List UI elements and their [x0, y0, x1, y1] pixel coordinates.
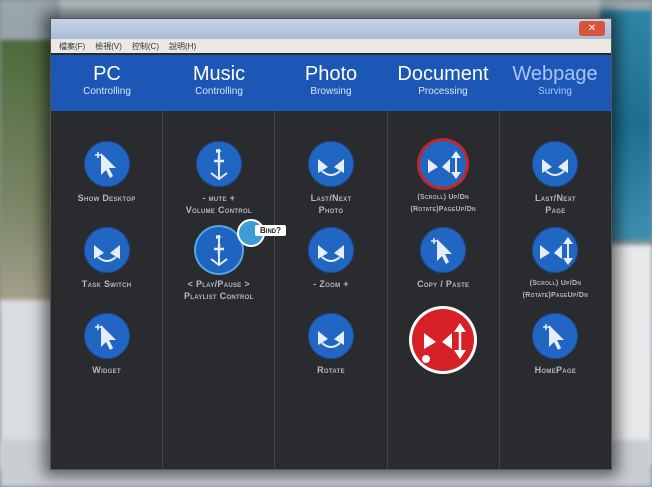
arrows-icon [542, 159, 569, 176]
tab-photo[interactable]: Photo Browsing [275, 55, 387, 111]
last-next-photo-label-1: Last/Next [310, 193, 352, 203]
task-switch-button[interactable] [83, 227, 130, 273]
cursor-icon [543, 324, 565, 350]
category-tabs: PC Controlling Music Controlling Photo B… [51, 55, 611, 111]
cursor-icon [94, 152, 116, 178]
web-scroll-cell: (Scroll) Up/Dn (Rotate)PageUp/Dn [500, 227, 611, 302]
scroll-icon [422, 323, 467, 363]
bind-tooltip[interactable]: Bind? [237, 219, 325, 247]
menu-control[interactable]: 控制(C) [132, 41, 159, 52]
doc-highlight-button[interactable] [412, 309, 475, 371]
web-scroll-label-1: (Scroll) Up/Dn [529, 280, 582, 287]
last-next-photo-cell: Last/Next Photo [275, 141, 386, 216]
arrows-icon [93, 245, 120, 262]
rotate-icon [318, 331, 344, 348]
menu-bar: 檔案(F) 檢視(V) 控制(C) 說明(H) [51, 39, 611, 53]
last-next-page-label-2: Page [545, 205, 566, 215]
tab-pc[interactable]: PC Controlling [51, 55, 163, 111]
close-icon[interactable]: ✕ [579, 21, 605, 36]
doc-scroll-label-2: (Rotate)PageUp/Dn [410, 206, 476, 213]
menu-file[interactable]: 檔案(F) [59, 41, 85, 52]
web-scroll-button[interactable] [532, 227, 579, 273]
playlist-label-2: Playlist Control [184, 291, 254, 301]
doc-scroll-button[interactable] [420, 141, 467, 187]
function-grid: Show Desktop Task Switch Widget - mute +… [51, 111, 611, 469]
copy-paste-button[interactable] [420, 227, 467, 273]
volume-label-1: - mute + [202, 193, 236, 203]
web-scroll-label-2: (Rotate)PageUp/Dn [522, 292, 589, 299]
volume-icon [210, 149, 228, 181]
doc-scroll-label-1: (Scroll) Up/Dn [417, 194, 470, 201]
rotate-label: Rotate [317, 365, 345, 375]
cursor-icon [431, 238, 453, 264]
tab-subtitle: Surving [538, 86, 572, 97]
last-next-photo-button[interactable] [308, 141, 354, 187]
last-next-page-label-1: Last/Next [534, 193, 576, 203]
tab-title: PC [93, 63, 121, 85]
column-music: - mute + Volume Control < Play/Pause > P… [163, 111, 276, 469]
widget-button[interactable] [83, 313, 130, 359]
last-next-page-cell: Last/Next Page [500, 141, 611, 216]
play-pause-icon [210, 235, 228, 267]
homepage-cell: HomePage [500, 313, 611, 376]
tab-title: Webpage [512, 63, 598, 85]
tab-title: Photo [304, 63, 358, 85]
tab-title: Document [397, 63, 489, 85]
homepage-button[interactable] [532, 313, 579, 359]
copy-paste-label: Copy / Paste [417, 279, 470, 289]
task-switch-label: Task Switch [81, 279, 132, 289]
column-photo: Last/Next Photo - Zoom + Rotate [275, 111, 388, 469]
column-webpage: Last/Next Page (Scroll) Up/Dn (Rotate)Pa… [500, 111, 611, 469]
menu-help[interactable]: 說明(H) [169, 41, 196, 52]
homepage-label: HomePage [534, 365, 577, 375]
title-bar[interactable]: ✕ [51, 19, 611, 39]
tab-music[interactable]: Music Controlling [163, 55, 275, 111]
tab-document[interactable]: Document Processing [387, 55, 499, 111]
column-pc: Show Desktop Task Switch Widget [51, 111, 164, 469]
show-desktop-button[interactable] [83, 141, 130, 187]
show-desktop-label: Show Desktop [77, 193, 136, 203]
task-switch-cell: Task Switch [51, 227, 162, 290]
bind-tooltip-text: Bind? [255, 225, 286, 236]
doc-scroll-cell: (Scroll) Up/Dn (Rotate)PageUp/Dn [388, 141, 499, 216]
volume-label-2: Volume Control [185, 205, 252, 215]
play-pause-button[interactable] [195, 227, 242, 273]
cursor-icon [94, 324, 116, 350]
tab-subtitle: Processing [418, 86, 468, 97]
last-next-page-button[interactable] [532, 141, 579, 187]
volume-cell: - mute + Volume Control [163, 141, 274, 216]
menu-view[interactable]: 檢視(V) [95, 41, 122, 52]
show-desktop-cell: Show Desktop [51, 141, 162, 204]
widget-label: Widget [92, 365, 121, 375]
column-document: (Scroll) Up/Dn (Rotate)PageUp/Dn Copy / … [388, 111, 500, 469]
rotate-cell: Rotate [275, 313, 386, 376]
tab-subtitle: Controlling [195, 86, 243, 97]
doc-highlight-cell [388, 309, 499, 376]
playlist-label-1: < Play/Pause > [187, 279, 250, 289]
zoom-label: - Zoom + [313, 279, 349, 289]
copy-paste-cell: Copy / Paste [388, 227, 499, 290]
tab-webpage[interactable]: Webpage Surving [499, 55, 611, 111]
tab-subtitle: Controlling [83, 86, 131, 97]
tab-title: Music [192, 63, 246, 85]
scroll-icon [540, 237, 574, 265]
arrows-icon [318, 159, 344, 176]
app-window: ✕ 檔案(F) 檢視(V) 控制(C) 說明(H) PC Controlling… [50, 18, 612, 470]
last-next-photo-label-2: Photo [318, 205, 344, 215]
widget-cell: Widget [51, 313, 162, 376]
tab-subtitle: Browsing [310, 86, 352, 97]
rotate-button[interactable] [308, 313, 354, 359]
scroll-icon [428, 151, 462, 179]
volume-control-button[interactable] [195, 141, 242, 187]
